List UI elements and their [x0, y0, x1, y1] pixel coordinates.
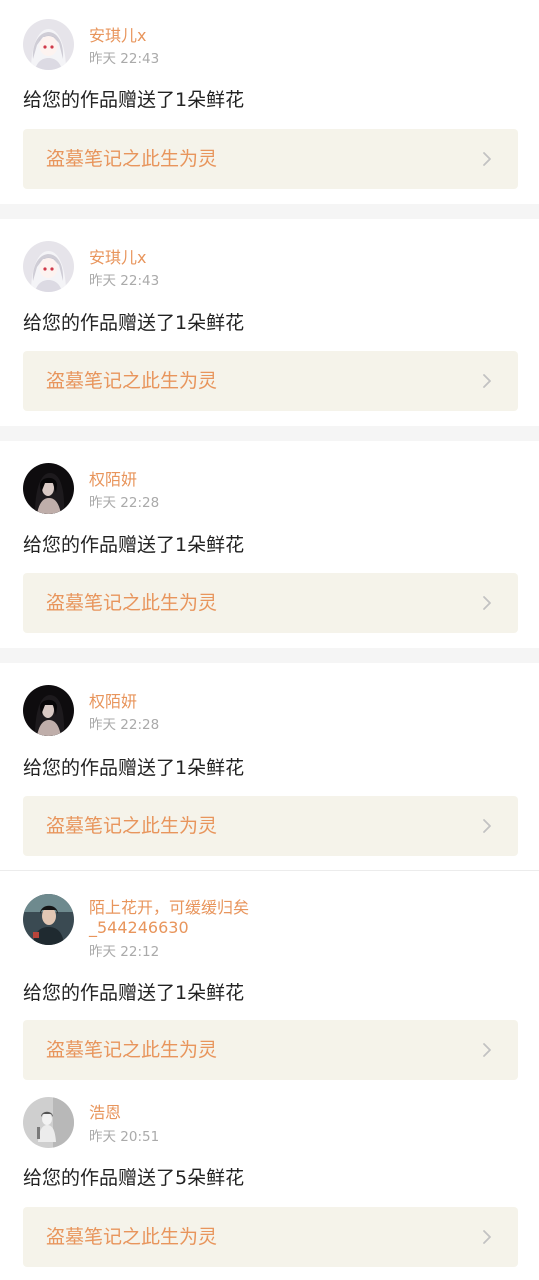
chevron-right-icon — [478, 1041, 496, 1059]
dark-portrait-avatar[interactable] — [23, 685, 74, 736]
notification-card: 权陌妍 昨天 22:28 给您的作品赠送了1朵鲜花 盗墓笔记之此生为灵 — [0, 663, 539, 870]
notification-card: 安琪儿x 昨天 22:43 给您的作品赠送了1朵鲜花 盗墓笔记之此生为灵 — [0, 219, 539, 426]
work-link[interactable]: 盗墓笔记之此生为灵 — [23, 796, 518, 856]
anime-girl-avatar[interactable] — [23, 19, 74, 70]
username[interactable]: 权陌妍 — [89, 470, 137, 490]
work-title: 盗墓笔记之此生为灵 — [46, 815, 218, 837]
chevron-right-icon — [478, 1228, 496, 1246]
chevron-right-icon — [478, 372, 496, 390]
card-separator — [0, 426, 539, 441]
work-title: 盗墓笔记之此生为灵 — [46, 592, 218, 614]
timestamp: 昨天 22:12 — [89, 944, 160, 960]
timestamp: 昨天 22:43 — [89, 51, 160, 67]
work-link[interactable]: 盗墓笔记之此生为灵 — [23, 573, 518, 633]
username[interactable]: 权陌妍 — [89, 692, 137, 712]
work-link[interactable]: 盗墓笔记之此生为灵 — [23, 129, 518, 189]
work-link[interactable]: 盗墓笔记之此生为灵 — [23, 1207, 518, 1267]
boy-portrait-avatar[interactable] — [23, 894, 74, 945]
work-title: 盗墓笔记之此生为灵 — [46, 370, 218, 392]
username[interactable]: 安琪儿x — [89, 26, 146, 46]
work-link[interactable]: 盗墓笔记之此生为灵 — [23, 351, 518, 411]
gift-message: 给您的作品赠送了5朵鲜花 — [23, 1167, 245, 1189]
work-title: 盗墓笔记之此生为灵 — [46, 1226, 218, 1248]
work-title: 盗墓笔记之此生为灵 — [46, 1039, 218, 1061]
anime-girl-avatar[interactable] — [23, 241, 74, 292]
chevron-right-icon — [478, 817, 496, 835]
gift-message: 给您的作品赠送了1朵鲜花 — [23, 89, 245, 111]
notification-card: 陌上花开，可缓缓归矣_544246630 昨天 22:12 给您的作品赠送了1朵… — [0, 871, 539, 1086]
timestamp: 昨天 22:28 — [89, 717, 160, 733]
timestamp: 昨天 20:51 — [89, 1129, 160, 1145]
notification-card: 权陌妍 昨天 22:28 给您的作品赠送了1朵鲜花 盗墓笔记之此生为灵 — [0, 441, 539, 648]
dark-portrait-avatar[interactable] — [23, 463, 74, 514]
gift-message: 给您的作品赠送了1朵鲜花 — [23, 982, 245, 1004]
timestamp: 昨天 22:28 — [89, 495, 160, 511]
gift-message: 给您的作品赠送了1朵鲜花 — [23, 534, 245, 556]
username[interactable]: 陌上花开，可缓缓归矣_544246630 — [89, 898, 289, 938]
username[interactable]: 浩恩 — [89, 1103, 121, 1123]
work-title: 盗墓笔记之此生为灵 — [46, 148, 218, 170]
chevron-right-icon — [478, 150, 496, 168]
chevron-right-icon — [478, 594, 496, 612]
timestamp: 昨天 22:43 — [89, 273, 160, 289]
gift-message: 给您的作品赠送了1朵鲜花 — [23, 312, 245, 334]
figure-portrait-avatar[interactable] — [23, 1097, 74, 1148]
gift-message: 给您的作品赠送了1朵鲜花 — [23, 757, 245, 779]
card-separator — [0, 648, 539, 663]
notification-feed: 安琪儿x 昨天 22:43 给您的作品赠送了1朵鲜花 盗墓笔记之此生为灵 安琪儿… — [0, 0, 539, 1280]
card-separator — [0, 204, 539, 219]
work-link[interactable]: 盗墓笔记之此生为灵 — [23, 1020, 518, 1080]
notification-card: 浩恩 昨天 20:51 给您的作品赠送了5朵鲜花 盗墓笔记之此生为灵 — [0, 1086, 539, 1280]
username[interactable]: 安琪儿x — [89, 248, 146, 268]
notification-card: 安琪儿x 昨天 22:43 给您的作品赠送了1朵鲜花 盗墓笔记之此生为灵 — [0, 0, 539, 204]
